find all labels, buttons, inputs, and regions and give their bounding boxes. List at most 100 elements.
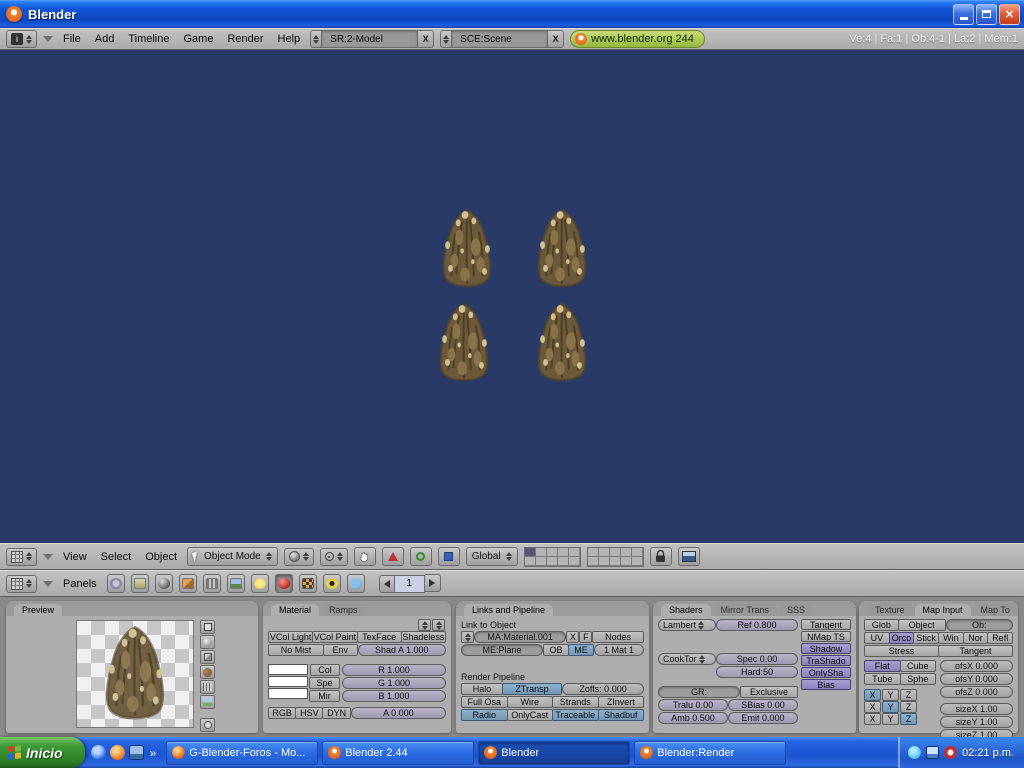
3d-viewport[interactable] <box>0 50 1024 543</box>
preview-osa-button[interactable] <box>200 718 215 732</box>
display-tray-icon[interactable] <box>926 746 939 759</box>
taskbar-item-blender[interactable]: Blender <box>478 741 630 765</box>
draw-type-selector[interactable] <box>284 548 314 566</box>
copy-material-button[interactable] <box>418 619 431 631</box>
onlysha-button[interactable]: OnlySha <box>801 667 851 678</box>
layer-cell[interactable] <box>610 548 621 557</box>
lamp-subcontext-button[interactable] <box>251 574 269 593</box>
onlycast-button[interactable]: OnlyCast <box>507 709 554 721</box>
layer-cell[interactable] <box>536 557 547 566</box>
nodes-button[interactable]: Nodes <box>592 631 644 643</box>
layer-cell[interactable] <box>547 557 558 566</box>
layer-cell[interactable] <box>558 557 569 566</box>
browse-screens-button[interactable] <box>310 30 322 48</box>
clock[interactable]: 02:21 p.m. <box>962 747 1014 759</box>
world-subcontext-button[interactable] <box>347 574 365 593</box>
col-button[interactable]: Col <box>310 664 340 676</box>
ob-field[interactable]: Ob: <box>946 619 1013 631</box>
taskbar-item-blender-render[interactable]: Blender:Render <box>634 741 786 765</box>
taskbar-item-browser[interactable]: G-Blender-Foros - Mo... <box>166 741 318 765</box>
menu-object[interactable]: Object <box>141 551 181 563</box>
trashado-button[interactable]: TraShado <box>801 655 851 666</box>
cube-button[interactable]: Cube <box>900 660 937 672</box>
stick-button[interactable]: Stick <box>913 632 939 644</box>
ob-link-button[interactable]: OB <box>543 644 569 656</box>
layer-cell[interactable] <box>536 548 547 557</box>
shadbuf-button[interactable]: Shadbuf <box>598 709 645 721</box>
pivot-selector[interactable] <box>320 548 348 566</box>
zoffs-field[interactable]: Zoffs: 0.000 <box>562 683 644 695</box>
tree-billboard-object[interactable] <box>433 206 501 294</box>
tangent-button[interactable]: Tangent <box>801 619 851 630</box>
group-field[interactable]: GR: <box>658 686 740 698</box>
axis-x-button[interactable]: X <box>864 689 881 701</box>
layer-cell[interactable] <box>588 557 599 566</box>
axis-z-button[interactable]: Z <box>900 689 917 701</box>
wire-button[interactable]: Wire <box>507 696 554 708</box>
browse-materials-button[interactable] <box>461 631 474 643</box>
preview-monkey-button[interactable] <box>200 665 215 679</box>
layer-cell[interactable] <box>621 557 632 566</box>
win-button[interactable]: Win <box>938 632 964 644</box>
preview-flat-button[interactable] <box>200 620 215 634</box>
ref-slider[interactable]: Ref 0.800 <box>716 619 798 631</box>
ztransp-button[interactable]: ZTransp <box>502 683 562 695</box>
orco-button[interactable]: Orco <box>889 632 915 644</box>
alpha-slider[interactable]: A 0.000 <box>351 707 446 719</box>
scene-name-field[interactable]: SCE:Scene <box>452 30 548 48</box>
emit-slider[interactable]: Emit 0.000 <box>728 712 798 724</box>
axis-y-button[interactable]: Y <box>882 701 899 713</box>
traceable-button[interactable]: Traceable <box>552 709 599 721</box>
ofsz-field[interactable]: ofsZ 0.000 <box>940 686 1013 698</box>
no-mist-button[interactable]: No Mist <box>268 644 324 656</box>
manipulator-toggle-button[interactable] <box>354 547 376 566</box>
layer-cell[interactable] <box>610 557 621 566</box>
layer-cell[interactable] <box>599 557 610 566</box>
translate-manipulator-button[interactable] <box>382 547 404 566</box>
frame-next-button[interactable] <box>425 574 441 592</box>
diffuse-color-swatch[interactable] <box>268 664 308 675</box>
hsv-mode-button[interactable]: HSV <box>295 707 323 719</box>
network-tray-icon[interactable] <box>908 746 921 759</box>
vcol-paint-button[interactable]: VCol Paint <box>312 631 357 643</box>
bias-button[interactable]: Bias <box>801 679 851 690</box>
dyn-mode-button[interactable]: DYN <box>322 707 350 719</box>
tree-billboard-object[interactable] <box>528 300 596 388</box>
layer-cell[interactable] <box>569 548 580 557</box>
tab-material[interactable]: Material <box>271 604 319 616</box>
fake-user-button[interactable]: F <box>579 631 592 643</box>
layer-cell[interactable] <box>621 548 632 557</box>
zinvert-button[interactable]: ZInvert <box>598 696 645 708</box>
preview-sphere-button[interactable] <box>200 635 215 649</box>
scene-context-button[interactable] <box>227 574 245 593</box>
delete-screen-button[interactable]: X <box>418 30 434 48</box>
flat-button[interactable]: Flat <box>864 660 901 672</box>
layer-cell[interactable] <box>558 548 569 557</box>
lock-layers-button[interactable] <box>650 547 672 566</box>
menu-timeline[interactable]: Timeline <box>124 33 173 45</box>
radiosity-subcontext-button[interactable] <box>323 574 341 593</box>
amb-slider[interactable]: Amb 0.500 <box>658 712 728 724</box>
tab-preview[interactable]: Preview <box>14 604 62 616</box>
refl-button[interactable]: Refl <box>987 632 1013 644</box>
blue-slider[interactable]: B 1.000 <box>342 690 446 702</box>
mode-selector[interactable]: Object Mode <box>187 547 278 566</box>
tab-map-input[interactable]: Map Input <box>915 604 971 616</box>
diffuse-shader-selector[interactable]: Lambert <box>658 619 716 631</box>
texture-subcontext-button[interactable] <box>299 574 317 593</box>
nmap-ts-button[interactable]: NMap TS <box>801 631 851 642</box>
tralu-slider[interactable]: Tralu 0.00 <box>658 699 728 711</box>
tab-sss[interactable]: SSS <box>779 604 813 616</box>
red-slider[interactable]: R 1.000 <box>342 664 446 676</box>
axis-y-button[interactable]: Y <box>882 689 899 701</box>
shadeless-button[interactable]: Shadeless <box>401 631 446 643</box>
internet-explorer-icon[interactable] <box>91 745 106 760</box>
axis-x-button[interactable]: X <box>864 713 881 725</box>
layer-cell[interactable] <box>632 548 643 557</box>
spe-button[interactable]: Spe <box>309 677 340 689</box>
ofsx-field[interactable]: ofsX 0.000 <box>940 660 1013 672</box>
frame-previous-button[interactable] <box>379 575 395 593</box>
spec-slider[interactable]: Spec 0.00 <box>716 653 798 665</box>
start-button[interactable]: Inicio <box>0 737 85 768</box>
rotate-manipulator-button[interactable] <box>410 547 432 566</box>
